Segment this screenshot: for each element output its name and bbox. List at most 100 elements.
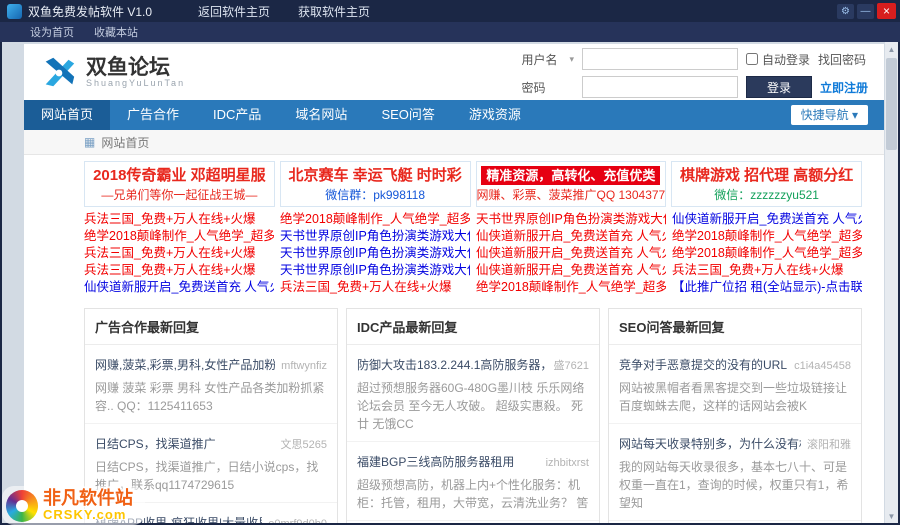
breadcrumb-label[interactable]: 网站首页 (101, 134, 149, 151)
panel-idc-replies: IDC产品最新回复 防御大攻击183.2.244.1高防服务器，秒 盛7621 … (346, 308, 600, 523)
ad-title: 棋牌游戏 招代理 高额分红 (679, 167, 854, 184)
ad-title: 2018传奇霸业 邓超明星服 (93, 167, 266, 184)
list-item: 美国洛杉矶服务器16核_96G内存_250M带 苹菜4001 美国洛杉矶，超越性… (347, 520, 599, 523)
settings-button[interactable]: ⚙ (837, 3, 854, 19)
password-input[interactable] (581, 76, 738, 98)
promo-link[interactable]: 仙侠道新服开启_免费送首充 人气火爆 (476, 262, 666, 279)
site-subtitle: ShuangYuLunTan (86, 78, 186, 89)
nav-item-ads[interactable]: 广告合作 (110, 100, 196, 130)
nav-item-games[interactable]: 游戏资源 (452, 100, 538, 130)
topic-excerpt: 网赚 菠菜 彩票 男科 女性产品各类加粉抓紧容.. QQ：1125411653 (95, 381, 325, 413)
minimize-button[interactable]: — (857, 3, 874, 19)
favorite-site-link[interactable]: 收藏本站 (94, 24, 138, 40)
nav-item-seo[interactable]: SEO问答 (364, 100, 451, 130)
topic-author[interactable]: izhbitxrst (546, 457, 589, 469)
register-link[interactable]: 立即注册 (820, 79, 868, 96)
promo-link[interactable]: 仙侠道新服开启_免费送首充 人气火爆 (476, 245, 666, 262)
topic-excerpt: 超过预想服务器60G-480G墨川枝 乐乐网络论坛会员 至今无人攻破。 超级实惠… (357, 381, 585, 431)
promo-link[interactable]: 天书世界原创IP角色扮演类游戏大作 (476, 211, 666, 228)
crsky-watermark: 非凡软件站 CRSKY.com (2, 486, 145, 525)
promo-link[interactable]: 兵法三国_免费+万人在线+火爆 (672, 262, 862, 279)
site-logo[interactable]: 双鱼论坛 ShuangYuLunTan (40, 54, 185, 92)
ad-banner-row: 2018传奇霸业 邓超明星服 —兄弟们等你一起征战王城— 北京赛车 幸运飞艇 时… (84, 161, 862, 207)
close-button[interactable]: × (877, 3, 896, 19)
promo-link[interactable]: 【此推广位招 租(全站显示)-点击联系】 (672, 279, 862, 296)
ad-title: 精准资源，高转化、充值优类 (481, 166, 661, 185)
find-password-link[interactable]: 找回密码 (818, 51, 866, 68)
promo-link[interactable]: 绝学2018颠峰制作_人气绝学_超多人玩 (672, 228, 862, 245)
promo-link[interactable]: 天书世界原创IP角色扮演类游戏大作 (280, 245, 470, 262)
topic-link[interactable]: 日结CPS，找渠道推广 (95, 435, 275, 452)
browser-content: 双鱼论坛 ShuangYuLunTan 用户名 ▾ 自动登录 找回密码 密码 登… (2, 42, 898, 523)
quick-nav-button[interactable]: 快捷导航 ▾ (790, 105, 868, 125)
promo-link[interactable]: 兵法三国_免费+万人在线+火爆 (84, 245, 274, 262)
scroll-up-arrow[interactable]: ▲ (885, 42, 898, 56)
ad-subtitle: 微信：zzzzzzyu521 (714, 188, 819, 202)
topic-link[interactable]: 福建BGP三线高防服务器租用 (357, 453, 540, 470)
ad-title: 北京赛车 幸运飞艇 时时彩 (288, 167, 462, 184)
topic-author[interactable]: c1i4a45458 (794, 360, 851, 372)
list-item: 福建BGP三线高防服务器租用 izhbitxrst 超级预想高防，机器上内+个性… (347, 441, 599, 520)
watermark-subtitle: CRSKY.com (43, 507, 127, 523)
nav-item-domain[interactable]: 域名网站 (278, 100, 364, 130)
promo-link[interactable]: 天书世界原创IP角色扮演类游戏大作 (280, 228, 470, 245)
promo-link[interactable]: 兵法三国_免费+万人在线+火爆 (280, 279, 470, 296)
promo-link[interactable]: 绝学2018颠峰制作_人气绝学_超多人玩 (476, 279, 666, 296)
watermark-title: 非凡软件站 (43, 488, 133, 509)
menu-get-software-home[interactable]: 获取软件主页 (298, 3, 370, 20)
promo-link[interactable]: 仙侠道新服开启_免费送首充 人气火爆 (672, 211, 862, 228)
list-item: 网赚,菠菜,彩票,男科,女性产品加粉抓 mftwynfiz 网赚 菠菜 彩票 男… (85, 345, 337, 423)
topic-link[interactable]: 竞争对手恶意提交的没有的URL，对网站 (619, 356, 788, 373)
topic-author[interactable]: 滚阳和雅 (807, 436, 851, 452)
auto-login-checkbox[interactable] (745, 53, 758, 65)
topic-link[interactable]: 网赚,菠菜,彩票,男科,女性产品加粉抓 (95, 356, 275, 373)
menu-back-software-home[interactable]: 返回软件主页 (198, 3, 270, 20)
login-button[interactable]: 登录 (745, 76, 812, 98)
ad-subtitle: 微信群：pk998118 (325, 188, 426, 202)
vertical-scrollbar[interactable]: ▲ ▼ (885, 42, 898, 523)
nav-item-idc[interactable]: IDC产品 (196, 100, 278, 130)
ad-box-legend[interactable]: 2018传奇霸业 邓超明星服 —兄弟们等你一起征战王城— (84, 161, 275, 207)
login-form: 用户名 ▾ 自动登录 找回密码 密码 ▾ 登录 立 (521, 48, 868, 98)
set-homepage-link[interactable]: 设为首页 (30, 24, 74, 40)
username-label: 用户名 (521, 52, 558, 67)
password-label: 密码 (521, 80, 546, 95)
nav-item-home[interactable]: 网站首页 (24, 100, 111, 130)
latest-reply-panels: 广告合作最新回复 网赚,菠菜,彩票,男科,女性产品加粉抓 mftwynfiz 网… (84, 308, 862, 523)
promo-link[interactable]: 兵法三国_免费+万人在线+火爆 (84, 262, 274, 279)
ad-box-chess[interactable]: 棋牌游戏 招代理 高额分红 微信：zzzzzzyu521 (671, 161, 862, 207)
topic-link[interactable]: 网站每天收录特别多，为什么没有权 (619, 435, 801, 452)
site-name: 双鱼论坛 (86, 56, 170, 80)
promo-link[interactable]: 天书世界原创IP角色扮演类游戏大作 (280, 262, 470, 279)
forum-page: 双鱼论坛 ShuangYuLunTan 用户名 ▾ 自动登录 找回密码 密码 登… (24, 44, 884, 523)
promo-link[interactable]: 绝学2018颠峰制作_人气绝学_超多人玩 (672, 245, 862, 262)
panel-seo-replies: SEO问答最新回复 竞争对手恶意提交的没有的URL，对网站 c1i4a45458… (608, 308, 862, 523)
promo-link[interactable]: 仙侠道新服开启_免费送首充 人气火爆 (476, 228, 666, 245)
promo-link[interactable]: 仙侠道新服开启_免费送首充 人气火爆 (84, 279, 274, 296)
list-item: 如何禁止某个页面搜索引擎收录 ueese 我想让我的网站某一个页面不被收录，比如… (609, 520, 861, 523)
promo-link[interactable]: 绝学2018颠峰制作_人气绝学_超多人玩 (280, 211, 470, 228)
topic-author[interactable]: 盛7621 (554, 357, 589, 373)
topic-author[interactable]: e0mrf9d0b0 (268, 518, 327, 523)
topic-author[interactable]: 文思5265 (281, 436, 327, 452)
ad-subtitle: 网赚、彩票、菠菜推广QQ 1304377001 (476, 188, 667, 202)
breadcrumb: ▦ 网站首页 (24, 130, 884, 155)
ad-box-lottery[interactable]: 北京赛车 幸运飞艇 时时彩 微信群：pk998118 (279, 161, 471, 207)
app-logo-icon (7, 3, 22, 19)
username-input[interactable] (581, 48, 738, 70)
promo-link[interactable]: 绝学2018颠峰制作_人气绝学_超多人玩 (84, 228, 274, 245)
scrollbar-thumb[interactable] (886, 58, 897, 150)
promo-link[interactable]: 兵法三国_免费+万人在线+火爆 (84, 211, 274, 228)
topic-author[interactable]: mftwynfiz (281, 360, 327, 372)
topic-excerpt: 我的网站每天收录很多，基本七八十、可是权重一直在1，查询的时候，权重只有1，希望… (619, 460, 849, 510)
ad-box-resources[interactable]: 精准资源，高转化、充值优类 网赚、彩票、菠菜推广QQ 1304377001 (475, 161, 667, 207)
scroll-down-arrow[interactable]: ▼ (885, 509, 898, 523)
app-title: 双鱼免费发帖软件 V1.0 (28, 4, 153, 19)
pinwheel-icon (6, 489, 38, 522)
topic-link[interactable]: 防御大攻击183.2.244.1高防服务器，秒 (357, 356, 548, 373)
secondary-toolbar: 设为首页 收藏本站 (0, 22, 900, 42)
panel-title: SEO问答最新回复 (609, 309, 861, 345)
fish-logo-icon (45, 57, 75, 87)
auto-login-label: 自动登录 (761, 52, 810, 67)
chevron-down-icon: ▾ (569, 53, 574, 64)
